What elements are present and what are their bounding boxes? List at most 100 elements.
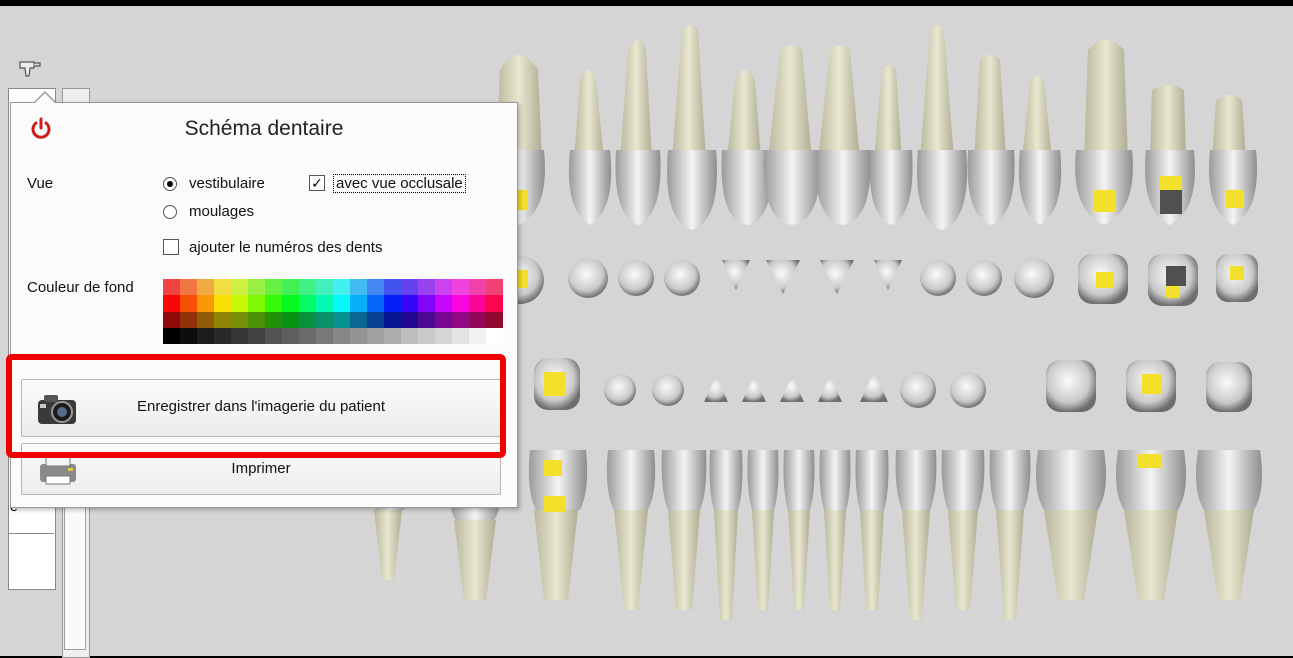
color-swatch[interactable] xyxy=(231,295,248,312)
bg-color-label: Couleur de fond xyxy=(27,279,134,296)
color-swatch[interactable] xyxy=(180,327,197,344)
color-swatch[interactable] xyxy=(316,327,333,344)
save-button-label: Enregistrer dans l'imagerie du patient xyxy=(137,398,385,415)
color-swatch[interactable] xyxy=(180,311,197,328)
color-swatch[interactable] xyxy=(265,279,282,296)
radio-vestibulaire[interactable] xyxy=(163,177,177,191)
color-swatch[interactable] xyxy=(486,295,503,312)
color-swatch[interactable] xyxy=(452,311,469,328)
radio-moulages-label[interactable]: moulages xyxy=(189,203,254,220)
color-swatch[interactable] xyxy=(435,295,452,312)
numbers-checkbox-label[interactable]: ajouter le numéros des dents xyxy=(189,239,382,256)
color-swatch[interactable] xyxy=(248,311,265,328)
color-swatch[interactable] xyxy=(452,327,469,344)
color-swatch[interactable] xyxy=(180,279,197,296)
color-swatch[interactable] xyxy=(452,279,469,296)
color-swatch[interactable] xyxy=(163,311,180,328)
color-swatch[interactable] xyxy=(231,279,248,296)
color-swatch[interactable] xyxy=(418,327,435,344)
color-swatch[interactable] xyxy=(231,311,248,328)
occlusal-checkbox[interactable]: ✓ xyxy=(309,175,325,191)
radio-vestibulaire-label[interactable]: vestibulaire xyxy=(189,175,265,192)
radio-moulages[interactable] xyxy=(163,205,177,219)
color-swatch[interactable] xyxy=(214,295,231,312)
color-swatch[interactable] xyxy=(367,327,384,344)
color-swatch[interactable] xyxy=(384,311,401,328)
color-swatch[interactable] xyxy=(316,311,333,328)
color-swatch[interactable] xyxy=(469,279,486,296)
popup-notch-inner xyxy=(34,93,56,104)
color-swatch[interactable] xyxy=(452,295,469,312)
print-button[interactable]: Imprimer xyxy=(21,443,501,495)
save-to-imaging-button[interactable]: Enregistrer dans l'imagerie du patient xyxy=(21,379,501,437)
color-swatch[interactable] xyxy=(401,311,418,328)
color-swatch[interactable] xyxy=(299,311,316,328)
color-swatch[interactable] xyxy=(401,327,418,344)
color-swatch[interactable] xyxy=(248,327,265,344)
color-swatch[interactable] xyxy=(299,327,316,344)
color-swatch[interactable] xyxy=(486,279,503,296)
numbers-checkbox[interactable] xyxy=(163,239,179,255)
color-swatch[interactable] xyxy=(418,311,435,328)
color-swatch[interactable] xyxy=(180,295,197,312)
color-swatch[interactable] xyxy=(401,295,418,312)
color-swatch[interactable] xyxy=(418,279,435,296)
color-swatch[interactable] xyxy=(350,279,367,296)
color-swatch[interactable] xyxy=(299,295,316,312)
color-swatch[interactable] xyxy=(367,311,384,328)
color-swatch[interactable] xyxy=(367,295,384,312)
color-swatch[interactable] xyxy=(435,279,452,296)
color-swatch[interactable] xyxy=(197,327,214,344)
color-swatch[interactable] xyxy=(214,311,231,328)
color-swatch[interactable] xyxy=(265,327,282,344)
color-swatch[interactable] xyxy=(265,295,282,312)
color-swatch[interactable] xyxy=(265,311,282,328)
scrollbar-thumb[interactable] xyxy=(64,488,86,650)
color-swatch[interactable] xyxy=(214,279,231,296)
color-swatch[interactable] xyxy=(282,311,299,328)
upper-occlusal-row xyxy=(496,254,1258,306)
list-divider xyxy=(8,533,54,534)
color-swatch[interactable] xyxy=(435,327,452,344)
color-swatch[interactable] xyxy=(163,295,180,312)
color-swatch[interactable] xyxy=(486,327,503,344)
color-swatch[interactable] xyxy=(333,295,350,312)
color-swatch[interactable] xyxy=(469,311,486,328)
color-swatch[interactable] xyxy=(197,311,214,328)
color-swatch[interactable] xyxy=(316,295,333,312)
color-palette[interactable] xyxy=(163,279,503,344)
color-swatch[interactable] xyxy=(350,311,367,328)
color-swatch[interactable] xyxy=(333,279,350,296)
color-swatch[interactable] xyxy=(282,327,299,344)
color-swatch[interactable] xyxy=(333,327,350,344)
color-swatch[interactable] xyxy=(384,295,401,312)
color-swatch[interactable] xyxy=(384,327,401,344)
color-swatch[interactable] xyxy=(299,279,316,296)
dialog-title: Schéma dentaire xyxy=(184,117,344,140)
color-swatch[interactable] xyxy=(350,327,367,344)
color-swatch[interactable] xyxy=(435,311,452,328)
color-swatch[interactable] xyxy=(163,279,180,296)
color-swatch[interactable] xyxy=(163,327,180,344)
color-swatch[interactable] xyxy=(469,327,486,344)
color-swatch[interactable] xyxy=(316,279,333,296)
color-swatch[interactable] xyxy=(231,327,248,344)
color-swatch[interactable] xyxy=(418,295,435,312)
color-swatch[interactable] xyxy=(282,295,299,312)
color-swatch[interactable] xyxy=(248,279,265,296)
color-swatch[interactable] xyxy=(401,279,418,296)
lower-occlusal-row xyxy=(534,358,1252,412)
color-swatch[interactable] xyxy=(197,295,214,312)
color-swatch[interactable] xyxy=(282,279,299,296)
color-swatch[interactable] xyxy=(367,279,384,296)
color-swatch[interactable] xyxy=(214,327,231,344)
color-swatch[interactable] xyxy=(197,279,214,296)
color-swatch[interactable] xyxy=(384,279,401,296)
color-swatch[interactable] xyxy=(486,311,503,328)
color-swatch[interactable] xyxy=(469,295,486,312)
occlusal-checkbox-label[interactable]: avec vue occlusale xyxy=(333,174,466,193)
color-swatch[interactable] xyxy=(333,311,350,328)
color-swatch[interactable] xyxy=(350,295,367,312)
color-swatch[interactable] xyxy=(248,295,265,312)
tooth-tool-icon[interactable] xyxy=(17,58,43,82)
